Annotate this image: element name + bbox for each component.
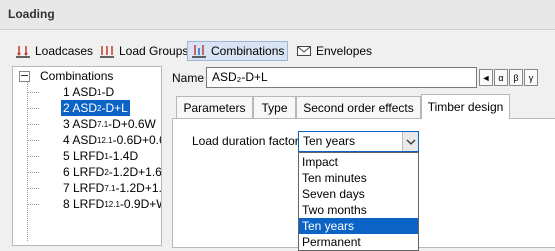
tree-connector-branch — [27, 108, 39, 109]
tree-item-formula: -0.6D+0.6W — [112, 133, 161, 147]
tree-connector-branch — [27, 172, 39, 173]
tree-connector-branch — [27, 124, 39, 125]
beta-button[interactable]: β — [509, 69, 523, 86]
tree-item-subscript: 7.1 — [97, 119, 109, 129]
tree-connector — [27, 81, 28, 241]
tree-item-name: 8 LRFD — [63, 197, 105, 211]
load-groups-icon — [99, 43, 115, 59]
tab-type[interactable]: Type — [253, 96, 296, 118]
tree-item-formula: -D+L — [101, 101, 128, 115]
tree-item-name: 2 ASD — [63, 101, 98, 115]
loadcases-icon — [15, 43, 31, 59]
tab-second-order-effects[interactable]: Second order effects — [296, 96, 421, 118]
tree-item[interactable]: 4 ASD12.1-0.6D+0.6W — [61, 132, 161, 148]
load-duration-options[interactable]: Impact Ten minutes Seven days Two months Ten… — [298, 152, 419, 251]
tree-item-subscript: 12.1 — [104, 199, 120, 209]
name-label: Name — [172, 71, 205, 85]
tree-item-name: 1 ASD — [63, 85, 98, 99]
tab-combinations[interactable]: Combinations — [187, 41, 289, 61]
tree-item[interactable]: 5 LRFD 1 -1.4D — [61, 148, 140, 164]
tree-item[interactable]: 3 ASD 7.1 -D+0.6W — [61, 116, 158, 132]
tree-item[interactable]: 8 LRFD12.1-0.9D+W — [61, 196, 161, 212]
tab-load-groups[interactable]: Load Groups — [99, 41, 188, 61]
tree-connector-branch — [27, 188, 39, 189]
tree-item-name: 4 ASD — [63, 133, 98, 147]
tree-item-formula: -D — [101, 85, 115, 99]
tree-item-name: 6 LRFD — [63, 165, 105, 179]
tab-loadcases[interactable]: Loadcases — [15, 41, 93, 61]
tree-item-subscript: 7.1 — [104, 183, 116, 193]
tree-root[interactable]: Combinations — [19, 69, 113, 83]
tree-item[interactable]: 6 LRFD2-1.2D+1.6L — [61, 164, 162, 180]
load-duration-factor-select[interactable]: Ten years — [298, 131, 419, 152]
dropdown-option[interactable]: Ten minutes — [299, 170, 418, 186]
tree-connector-branch — [27, 92, 39, 93]
tab-combinations-label: Combinations — [211, 44, 285, 58]
tab-parameters[interactable]: Parameters — [176, 96, 253, 118]
dropdown-option[interactable]: Impact — [299, 154, 418, 170]
tree-item-subscript: 12.1 — [97, 135, 113, 145]
tree-item-formula: -0.9D+W — [119, 197, 161, 211]
combinations-tree[interactable]: Combinations 1 ASD 1 -D 2 ASD 2 -D+L 3 ASD 7.1-… — [12, 66, 162, 246]
alpha-button[interactable]: α — [494, 69, 508, 86]
chevron-down-icon[interactable] — [402, 132, 418, 151]
tree-item-name: 7 LRFD — [63, 181, 105, 195]
tab-envelopes[interactable]: Envelopes — [296, 41, 372, 61]
envelope-icon — [296, 43, 312, 59]
tree-item-formula: -1.2D+1.6W — [115, 181, 162, 195]
tree-item-formula: -D+0.6W — [108, 117, 156, 131]
dropdown-option[interactable]: Permanent — [299, 234, 418, 250]
tree-item-name: 5 LRFD — [63, 149, 105, 163]
combinations-icon — [191, 43, 207, 59]
dropdown-option[interactable]: Ten years — [299, 218, 418, 234]
tree-connector-branch — [27, 156, 39, 157]
tree-item[interactable]: 1 ASD 1 -D — [61, 84, 116, 100]
name-input[interactable]: ASD₂-D+L — [206, 67, 477, 88]
special-char-menu-button[interactable]: ◄ — [479, 69, 493, 86]
window-title: Loading — [8, 7, 55, 21]
tree-connector-branch — [27, 140, 39, 141]
gamma-button[interactable]: γ — [524, 69, 538, 86]
tab-envelopes-label: Envelopes — [316, 44, 373, 58]
load-duration-factor-label: Load duration factor — [192, 134, 299, 148]
tree-item-formula: -1.2D+1.6L — [108, 165, 162, 179]
window-header: Loading — [0, 0, 555, 30]
dropdown-option[interactable]: Seven days — [299, 186, 418, 202]
dropdown-option[interactable]: Two months — [299, 202, 418, 218]
tree-item-formula: -1.4D — [108, 149, 139, 163]
tree-item-name: 3 ASD — [63, 117, 98, 131]
tree-item[interactable]: 2 ASD 2 -D+L — [61, 100, 130, 116]
collapse-icon[interactable] — [19, 70, 30, 82]
tab-load-groups-label: Load Groups — [119, 44, 189, 58]
tab-timber-design[interactable]: Timber design — [421, 94, 510, 119]
tab-loadcases-label: Loadcases — [35, 44, 94, 58]
tree-connector-branch — [27, 204, 39, 205]
tree-root-label: Combinations — [40, 69, 114, 83]
tree-item[interactable]: 7 LRFD7.1-1.2D+1.6W — [61, 180, 162, 196]
